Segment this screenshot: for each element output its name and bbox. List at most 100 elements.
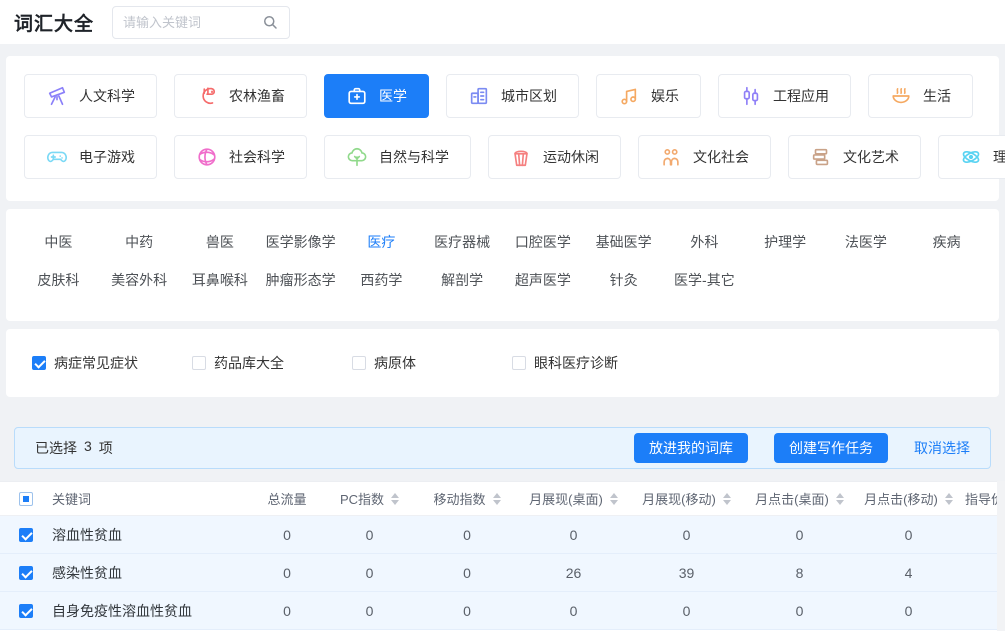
category-button[interactable]: 医学 [324,74,429,118]
create-writing-task-button[interactable]: 创建写作任务 [774,433,888,463]
subcategory-link[interactable]: 疾病 [906,223,987,261]
subcategory-link[interactable]: 兽医 [180,223,261,261]
row-checkbox[interactable] [19,566,33,580]
filter-checkbox[interactable] [352,356,366,370]
category-label: 工程应用 [773,86,829,106]
shrimp-icon [196,85,218,107]
value-cell: 39 [630,565,743,581]
category-button[interactable]: 娱乐 [596,74,701,118]
subcategory-link[interactable]: 肿瘤形态学 [260,261,341,299]
category-button[interactable]: 自然与科学 [324,135,471,179]
subcategory-link[interactable]: 西药学 [341,261,422,299]
search-input[interactable] [123,15,261,30]
row-checkbox[interactable] [19,604,33,618]
category-panel: 人文科学农林渔畜 医学 城市区划 娱乐 工程应用 生活 电子游戏 社会科学 自然与科学 运动休闲… [6,56,999,201]
subcategory-link[interactable]: 医疗 [341,223,422,261]
category-label: 医学 [379,86,407,106]
top-bar: 词汇大全 [0,0,1005,44]
selected-count: 3 [84,438,92,458]
filter-checkbox[interactable] [512,356,526,370]
subcategory-list: 中医中药兽医医学影像学医疗医疗器械口腔医学基础医学外科护理学法医学疾病皮肤科美容… [18,223,987,299]
add-to-lexicon-button[interactable]: 放进我的词库 [634,433,748,463]
filter-option[interactable]: 病症常见症状 [32,353,192,373]
filter-option[interactable]: 眼科医疗诊断 [512,353,672,373]
filter-option[interactable]: 病原体 [352,353,512,373]
value-cell: 0 [517,603,630,619]
category-button[interactable]: 生活 [868,74,973,118]
subcategory-link[interactable]: 中药 [99,223,180,261]
filter-checkbox[interactable] [192,356,206,370]
table-body: 溶血性贫血0000000感染性贫血000263984自身免疫性溶血性贫血0000… [0,516,1005,630]
popcorn-icon [510,146,532,168]
category-button[interactable]: 运动休闲 [488,135,621,179]
value-cell: 0 [517,527,630,543]
subcategory-link[interactable]: 美容外科 [99,261,180,299]
value-cell: 0 [252,565,322,581]
subcategory-link[interactable]: 医学影像学 [260,223,341,261]
scrollbar-track[interactable] [997,481,1005,631]
subcategory-link[interactable]: 皮肤科 [18,261,99,299]
row-checkbox[interactable] [19,528,33,542]
category-button[interactable]: 城市区划 [446,74,579,118]
column-header[interactable]: 移动指数 [417,489,517,508]
value-cell: 0 [856,527,961,543]
subcategory-link[interactable]: 法医学 [826,223,907,261]
tree-icon [346,146,368,168]
subcategory-panel: 中医中药兽医医学影像学医疗医疗器械口腔医学基础医学外科护理学法医学疾病皮肤科美容… [6,209,999,321]
filter-label: 药品库大全 [214,353,284,373]
category-button[interactable]: 理工行业 [938,135,1005,179]
value-cell: 0 [417,603,517,619]
filter-checkbox[interactable] [32,356,46,370]
value-cell: 0 [417,565,517,581]
subcategory-link[interactable]: 外科 [664,223,745,261]
subcategory-link[interactable]: 护理学 [745,223,826,261]
building-icon [468,85,490,107]
value-cell: 0 [322,603,417,619]
subcategory-link[interactable]: 中医 [18,223,99,261]
category-label: 娱乐 [651,86,679,106]
column-header[interactable]: 月点击(桌面) [743,489,856,508]
filter-label: 病症常见症状 [54,353,138,373]
cancel-selection-link[interactable]: 取消选择 [914,438,970,458]
column-header[interactable]: 月点击(移动) [856,489,961,508]
category-button[interactable]: 文化艺术 [788,135,921,179]
select-all-checkbox[interactable] [19,492,33,506]
subcategory-link[interactable]: 口腔医学 [503,223,584,261]
value-cell: 4 [856,565,961,581]
subcategory-link[interactable]: 超声医学 [503,261,584,299]
subcategory-link[interactable]: 耳鼻喉科 [180,261,261,299]
category-button[interactable]: 电子游戏 [24,135,157,179]
category-label: 自然与科学 [379,147,449,167]
filter-option[interactable]: 药品库大全 [192,353,352,373]
selected-prefix: 已选择 [35,438,77,458]
telescope-icon [46,85,68,107]
search-box[interactable] [112,6,290,39]
search-icon[interactable] [261,13,279,31]
subcategory-link[interactable]: 医学-其它 [664,261,745,299]
table-row: 自身免疫性溶血性贫血0000000 [0,592,1005,630]
column-header[interactable]: PC指数 [322,489,417,508]
column-header[interactable]: 月展现(移动) [630,489,743,508]
value-cell: 0 [630,603,743,619]
value-cell: 0 [630,527,743,543]
sort-caret-icon[interactable] [945,493,953,505]
category-label: 电子游戏 [79,147,135,167]
category-button[interactable]: 工程应用 [718,74,851,118]
subcategory-link[interactable]: 针灸 [583,261,664,299]
column-header: 关键词 [52,489,252,508]
category-label: 城市区划 [501,86,557,106]
sort-caret-icon[interactable] [836,493,844,505]
subcategory-link[interactable]: 解剖学 [422,261,503,299]
sort-caret-icon[interactable] [391,493,399,505]
category-button[interactable]: 文化社会 [638,135,771,179]
subcategory-link[interactable]: 基础医学 [583,223,664,261]
sort-caret-icon[interactable] [723,493,731,505]
sort-caret-icon[interactable] [493,493,501,505]
sort-caret-icon[interactable] [610,493,618,505]
category-button[interactable]: 社会科学 [174,135,307,179]
value-cell: 0 [743,527,856,543]
category-button[interactable]: 农林渔畜 [174,74,307,118]
category-button[interactable]: 人文科学 [24,74,157,118]
column-header[interactable]: 月展现(桌面) [517,489,630,508]
subcategory-link[interactable]: 医疗器械 [422,223,503,261]
